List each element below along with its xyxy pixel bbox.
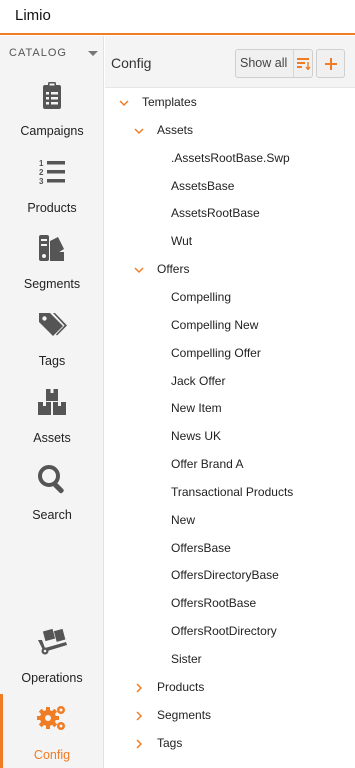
panel-header: Config Show all bbox=[105, 36, 355, 88]
tree-folder-item[interactable]: Assets bbox=[105, 120, 355, 140]
tree-leaf-item[interactable]: OffersRootBase bbox=[105, 593, 355, 613]
tree-item-label: OffersRootBase bbox=[171, 596, 257, 611]
tree-item-label: Offers bbox=[157, 262, 190, 277]
chevron-right-icon[interactable] bbox=[134, 710, 144, 721]
swatches-icon bbox=[36, 232, 68, 264]
show-all-button[interactable]: Show all bbox=[236, 50, 293, 77]
sidebar-item-campaigns[interactable]: Campaigns bbox=[0, 80, 104, 156]
sidebar-item-label: Products bbox=[27, 201, 77, 215]
app-title: Limio bbox=[15, 7, 51, 24]
tree-item-label: OffersBase bbox=[171, 540, 231, 555]
tree-folder-item[interactable]: Segments bbox=[105, 705, 355, 725]
dolly-icon bbox=[36, 624, 68, 656]
tree-item-label: OffersDirectoryBase bbox=[171, 568, 279, 583]
tree-item-label: Products bbox=[157, 679, 205, 694]
tree-leaf-item[interactable]: Wut bbox=[105, 231, 355, 251]
chevron-down-icon[interactable] bbox=[134, 264, 144, 274]
tree-leaf-item[interactable]: AssetsRootBase bbox=[105, 203, 355, 223]
sidebar-item-label: Assets bbox=[33, 431, 71, 445]
tree-leaf-item[interactable]: Offer Brand A bbox=[105, 454, 355, 474]
chevron-down-icon[interactable] bbox=[134, 125, 144, 135]
sidebar-item-products[interactable]: 123 Products bbox=[0, 156, 104, 232]
tree-item-label: News UK bbox=[171, 429, 222, 444]
search-icon bbox=[36, 463, 68, 495]
tree-leaf-item[interactable]: OffersDirectoryBase bbox=[105, 565, 355, 585]
sidebar-item-label: Search bbox=[32, 508, 72, 522]
tree-leaf-item[interactable]: AssetsBase bbox=[105, 176, 355, 196]
page-title: Config bbox=[111, 55, 152, 71]
tree-folder-item[interactable]: Products bbox=[105, 677, 355, 697]
sidebar-item-operations[interactable]: Operations bbox=[0, 624, 104, 700]
svg-text:2: 2 bbox=[39, 168, 44, 177]
top-bar: Limio bbox=[0, 0, 355, 35]
tree-item-label: Compelling New bbox=[171, 317, 259, 332]
tree-item-label: AssetsBase bbox=[171, 178, 235, 193]
caret-down-icon bbox=[88, 51, 98, 56]
tree-item-label: New bbox=[171, 512, 196, 527]
tree-folder-item[interactable]: Offers bbox=[105, 259, 355, 279]
sidebar-item-assets[interactable]: Assets bbox=[0, 386, 104, 462]
tree-item-label: Transactional Products bbox=[171, 484, 294, 499]
tree-item-label: New Item bbox=[171, 401, 222, 416]
tree-item-label: Sister bbox=[171, 652, 202, 666]
tree-item-label: AssetsRootBase bbox=[171, 206, 260, 221]
tree-leaf-item[interactable]: New bbox=[105, 510, 355, 530]
sidebar-item-tags[interactable]: Tags bbox=[0, 309, 104, 385]
tree-item-label: Assets bbox=[157, 122, 194, 137]
sidebar-item-label: Segments bbox=[23, 277, 81, 291]
tree-leaf-item[interactable]: Compelling New bbox=[105, 315, 355, 335]
tree-leaf-item[interactable]: Sister bbox=[105, 649, 355, 669]
sidebar-item-label: Tags bbox=[38, 354, 66, 368]
sidebar-item-search[interactable]: Search bbox=[0, 463, 104, 539]
tree-leaf-item[interactable]: New Item bbox=[105, 398, 355, 418]
clipboard-list-icon bbox=[36, 80, 68, 112]
tree-leaf-item[interactable]: Compelling Offer bbox=[105, 343, 355, 363]
add-button[interactable] bbox=[316, 49, 345, 78]
tree-leaf-item[interactable]: OffersBase bbox=[105, 538, 355, 558]
plus-icon bbox=[325, 58, 337, 70]
numbered-list-icon: 123 bbox=[36, 156, 68, 188]
sidebar-item-label: Operations bbox=[21, 671, 83, 685]
tree-leaf-item[interactable]: News UK bbox=[105, 426, 355, 446]
tree-leaf-item[interactable]: .AssetsRootBase.Swp bbox=[105, 148, 355, 168]
gears-icon bbox=[36, 702, 68, 734]
chevron-right-icon[interactable] bbox=[134, 682, 144, 693]
show-all-group: Show all bbox=[235, 49, 313, 78]
tree-item-label: Jack Offer bbox=[171, 373, 226, 388]
catalog-label: CATALOG bbox=[9, 47, 67, 59]
tree-item-label: Segments bbox=[157, 707, 212, 722]
config-panel: Config Show all Templates Assets .AssetsRo… bbox=[105, 36, 355, 768]
sort-icon bbox=[297, 58, 311, 70]
sidebar: CATALOG Campaigns 123 Products Segments … bbox=[0, 36, 104, 768]
tree-item-label: OffersRootDirectory bbox=[171, 624, 277, 639]
boxes-icon bbox=[36, 386, 68, 418]
sidebar-item-segments[interactable]: Segments bbox=[0, 232, 104, 308]
svg-text:3: 3 bbox=[39, 177, 44, 186]
tags-icon bbox=[36, 309, 68, 341]
sort-filter-button[interactable] bbox=[293, 50, 313, 77]
tree-item-label: Tags bbox=[157, 735, 183, 750]
chevron-down-icon[interactable] bbox=[119, 97, 129, 107]
tree-leaf-item[interactable]: OffersRootDirectory bbox=[105, 621, 355, 641]
tree-item-label: Offer Brand A bbox=[171, 457, 244, 472]
tree-leaf-item[interactable]: Compelling bbox=[105, 287, 355, 307]
sidebar-item-label: Config bbox=[33, 748, 71, 762]
catalog-dropdown[interactable]: CATALOG bbox=[0, 36, 104, 70]
chevron-right-icon[interactable] bbox=[134, 738, 144, 749]
svg-text:1: 1 bbox=[39, 159, 44, 168]
tree-leaf-item[interactable]: Jack Offer bbox=[105, 371, 355, 391]
tree-item-label: Compelling bbox=[171, 289, 232, 304]
tree-folder-item[interactable]: Templates bbox=[105, 92, 355, 112]
tree-item-label: Templates bbox=[142, 95, 197, 109]
tree-item-label: Wut bbox=[171, 234, 193, 249]
sidebar-item-config[interactable]: Config bbox=[0, 702, 104, 768]
tree-item-label: .AssetsRootBase.Swp bbox=[171, 150, 290, 165]
sidebar-item-label: Campaigns bbox=[20, 124, 84, 138]
tree-leaf-item[interactable]: Transactional Products bbox=[105, 482, 355, 502]
tree-folder-item[interactable]: Tags bbox=[105, 733, 355, 753]
tree-item-label: Compelling Offer bbox=[171, 345, 261, 360]
